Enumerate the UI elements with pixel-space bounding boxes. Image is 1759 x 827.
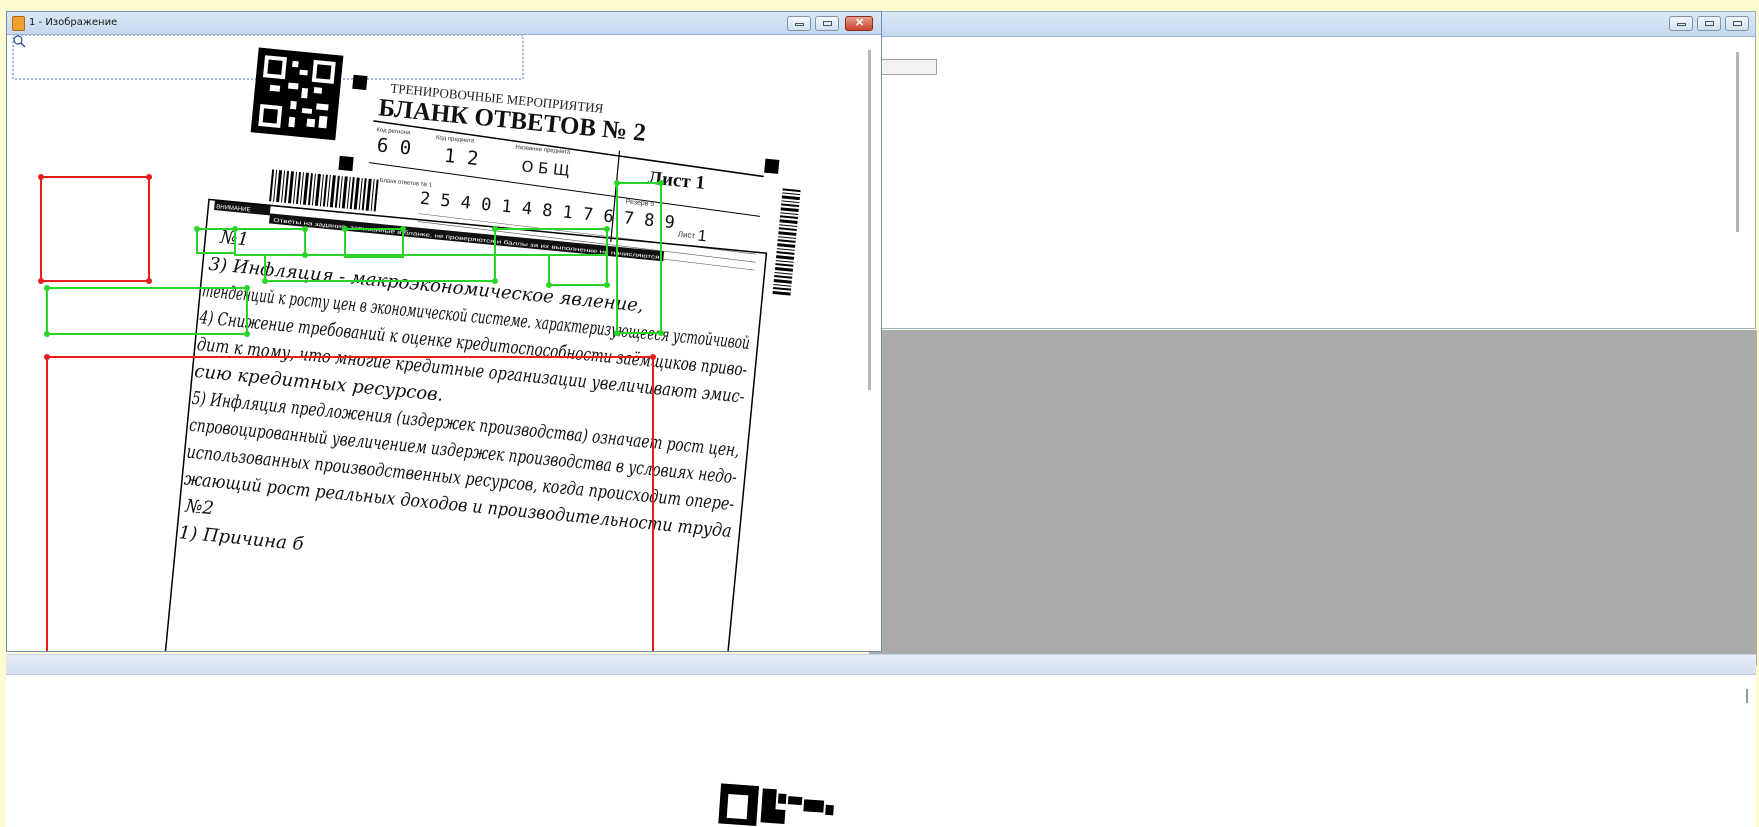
vertical-barcode bbox=[772, 188, 801, 296]
secondary-scrollbar[interactable] bbox=[1736, 52, 1739, 232]
red-region[interactable] bbox=[38, 174, 152, 284]
gray-panel bbox=[869, 330, 1757, 666]
close-button[interactable] bbox=[1725, 16, 1749, 31]
secondary-window-titlebar bbox=[869, 12, 1755, 37]
sheet-small-label: Лист bbox=[677, 230, 695, 241]
maximize-button[interactable] bbox=[1697, 16, 1721, 31]
image-minimize-button[interactable] bbox=[787, 16, 811, 31]
restore-icon bbox=[823, 21, 832, 26]
image-window: 1 - Изображение ✕ ТРЕНИРОВОЧНЫЕ МЕРОПРИЯ… bbox=[6, 11, 882, 652]
image-close-button[interactable]: ✕ bbox=[845, 16, 873, 31]
marker-square bbox=[764, 158, 780, 174]
subject-name-value: О Б Щ bbox=[521, 157, 571, 180]
green-region[interactable] bbox=[546, 254, 610, 288]
close-icon: ✕ bbox=[855, 17, 865, 29]
bottom-panel-header bbox=[6, 655, 1756, 675]
image-window-titlebar: 1 - Изображение ✕ bbox=[7, 12, 881, 35]
qr-code-preview bbox=[718, 783, 834, 826]
maximize-icon bbox=[1705, 21, 1714, 26]
minimize-button[interactable] bbox=[1669, 16, 1693, 31]
region-value: 6 0 bbox=[376, 134, 412, 159]
scanned-form-canvas: ТРЕНИРОВОЧНЫЕ МЕРОПРИЯТИЯ БЛАНК ОТВЕТОВ … bbox=[12, 35, 801, 651]
marker-square bbox=[338, 155, 354, 172]
barcode-label: Бланк ответов № 1 bbox=[379, 177, 433, 189]
handwriting-line: 1) Причина б bbox=[178, 522, 306, 555]
image-window-title: 1 - Изображение bbox=[29, 17, 118, 28]
minimize-icon bbox=[1677, 23, 1686, 26]
image-restore-button[interactable] bbox=[815, 16, 839, 31]
minimize-icon bbox=[795, 23, 804, 26]
magnifier-icon bbox=[13, 35, 26, 48]
bottom-scrollbar[interactable] bbox=[1746, 689, 1748, 703]
handwriting-line: №2 bbox=[183, 496, 214, 520]
secondary-window bbox=[865, 11, 1757, 666]
sheet-label: Лист 1 bbox=[647, 168, 706, 194]
bottom-panel bbox=[6, 654, 1756, 827]
sheet-small-number: 1 bbox=[697, 228, 708, 246]
image-scrollbar[interactable] bbox=[868, 50, 871, 390]
document-icon bbox=[12, 16, 25, 31]
subject-value: 1 2 bbox=[443, 145, 479, 170]
subject-name-label: Название предмета bbox=[515, 145, 571, 156]
qr-code bbox=[250, 47, 344, 141]
marker-square bbox=[352, 74, 368, 91]
restore-icon bbox=[1733, 21, 1742, 26]
barcode bbox=[269, 169, 379, 212]
subject-label: Код предмета bbox=[436, 135, 475, 145]
